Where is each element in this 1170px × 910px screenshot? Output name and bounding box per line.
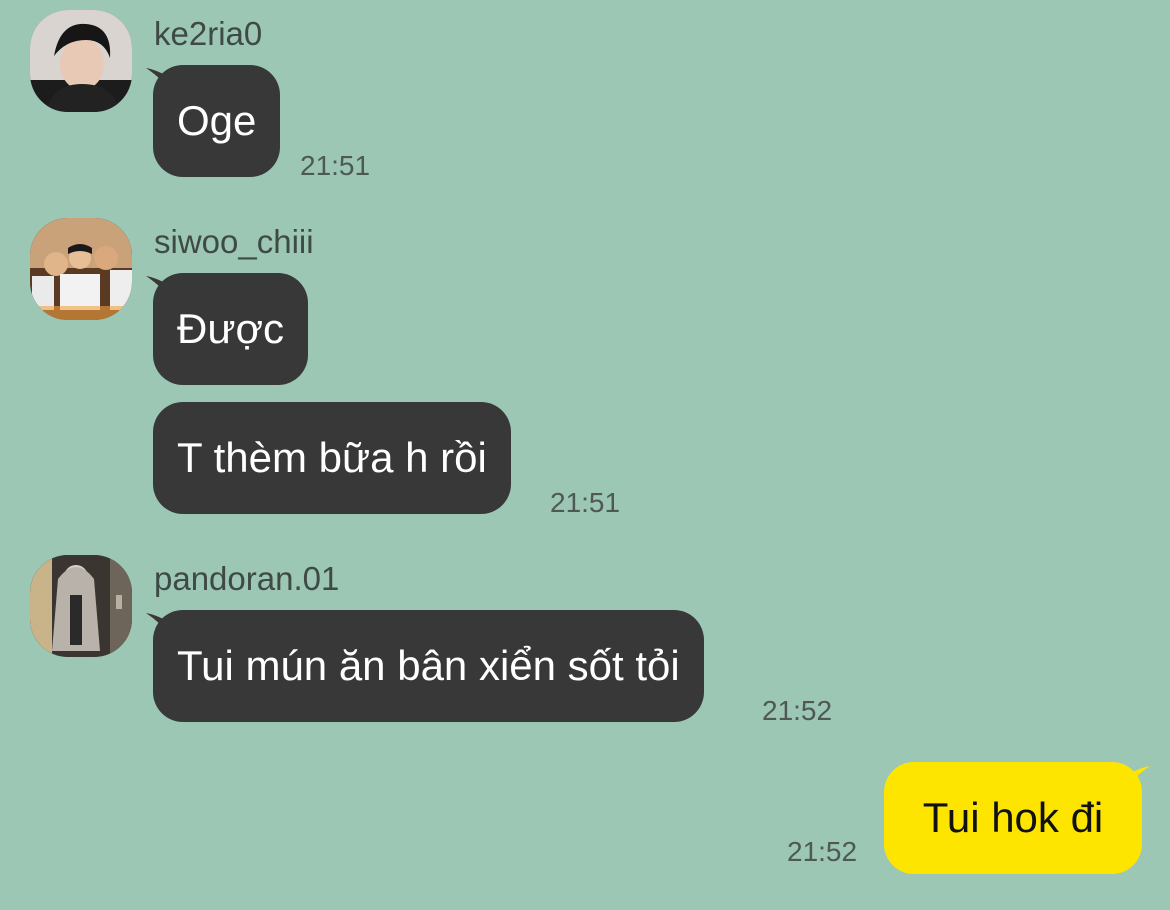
message-text: Được [177,305,284,352]
avatar[interactable] [30,555,132,657]
message-time: 21:52 [787,836,858,867]
message-time: 21:51 [550,487,621,518]
profile-photo-icon [30,10,132,112]
message-time: 21:52 [762,695,833,726]
avatar[interactable] [30,218,132,320]
sender-name: pandoran.01 [154,560,340,597]
message-text: Tui mún ăn bân xiển sốt tỏi [177,642,680,689]
profile-photo-icon [30,555,132,657]
message-time: 21:51 [300,150,371,181]
message-text: T thèm bữa h rồi [177,434,487,481]
sender-name: siwoo_chiii [154,223,314,260]
message-bubble[interactable]: Được [153,273,308,385]
message-text: Tui hok đi [922,794,1104,841]
message-bubble[interactable]: Tui hok đi [884,762,1142,874]
avatar[interactable] [30,10,132,112]
message-text: Oge [177,97,257,144]
sender-name: ke2ria0 [154,15,263,52]
message-bubble[interactable]: T thèm bữa h rồi [153,402,511,514]
message-bubble[interactable]: Oge [153,65,281,177]
profile-photo-icon [30,218,132,320]
message-bubble[interactable]: Tui mún ăn bân xiển sốt tỏi [153,610,704,722]
